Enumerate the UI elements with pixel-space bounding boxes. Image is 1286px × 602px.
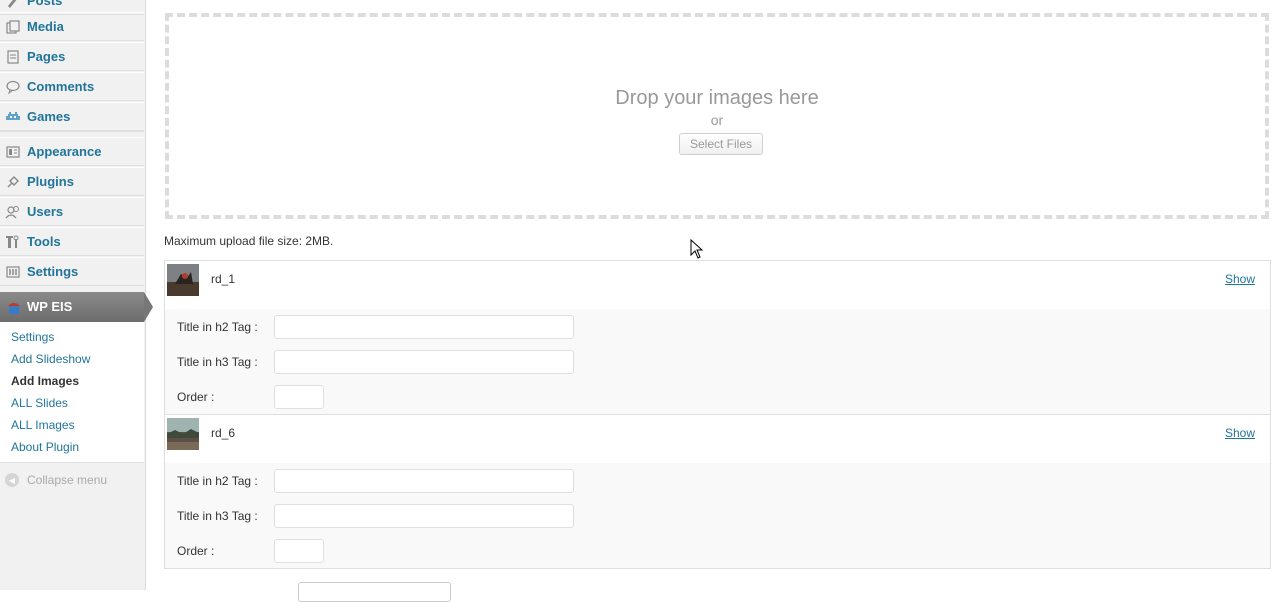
submenu-add-images[interactable]: Add Images <box>11 374 79 388</box>
image-item: rd_1 Show Title in h2 Tag : Title in h3 … <box>164 260 1271 415</box>
submenu-settings[interactable]: Settings <box>11 330 54 344</box>
collapse-menu-button[interactable]: ◀ Collapse menu <box>5 473 107 487</box>
title-h3-label: Title in h3 Tag : <box>177 355 258 369</box>
title-h3-label: Title in h3 Tag : <box>177 509 258 523</box>
title-h3-input[interactable] <box>274 504 574 528</box>
image-name: rd_1 <box>211 272 236 286</box>
title-h2-label: Title in h2 Tag : <box>177 474 258 488</box>
collapse-arrow-icon: ◀ <box>5 473 19 487</box>
slideshow-select[interactable] <box>298 582 451 602</box>
games-icon <box>5 109 21 125</box>
menu-item-users[interactable]: Users <box>0 197 144 226</box>
submenu-add-slideshow[interactable]: Add Slideshow <box>11 352 90 366</box>
posts-icon <box>5 0 21 9</box>
menu-label-tools: Tools <box>27 234 61 249</box>
title-h2-input[interactable] <box>274 469 574 493</box>
order-input[interactable] <box>274 385 324 409</box>
users-icon <box>5 204 21 220</box>
menu-label-posts: Posts <box>27 0 63 8</box>
show-link[interactable]: Show <box>1225 426 1255 440</box>
media-icon <box>5 19 21 35</box>
image-drop-zone[interactable]: Drop your images here or Select Files <box>165 13 1269 219</box>
menu-item-games[interactable]: Games <box>0 102 144 131</box>
show-link[interactable]: Show <box>1225 272 1255 286</box>
menu-item-pages[interactable]: Pages <box>0 42 144 71</box>
mouse-cursor-icon <box>690 239 704 259</box>
menu-item-appearance[interactable]: Appearance <box>0 137 144 166</box>
order-input[interactable] <box>274 539 324 563</box>
plugins-icon <box>5 174 21 190</box>
collapse-menu-label: Collapse menu <box>27 473 108 487</box>
image-item: rd_6 Show Title in h2 Tag : Title in h3 … <box>164 414 1271 569</box>
title-h2-input[interactable] <box>274 315 574 339</box>
menu-item-settings[interactable]: Settings <box>0 257 144 286</box>
max-upload-size-text: Maximum upload file size: 2MB. <box>164 234 334 248</box>
menu-label-games: Games <box>27 109 71 124</box>
menu-label-media: Media <box>27 19 64 34</box>
menu-item-wp-eis[interactable]: WP EIS <box>0 292 154 322</box>
image-item-header: rd_6 Show <box>165 415 1270 463</box>
image-item-header: rd_1 Show <box>165 261 1270 309</box>
menu-label-wp-eis: WP EIS <box>27 299 73 314</box>
active-menu-arrow <box>144 292 153 322</box>
pages-icon <box>5 49 21 65</box>
or-separator: or <box>710 112 724 128</box>
title-h3-input[interactable] <box>274 350 574 374</box>
drop-instructions: Drop your images here <box>615 87 819 109</box>
submenu-all-images[interactable]: ALL Images <box>11 418 75 432</box>
appearance-icon <box>5 144 21 160</box>
order-label: Order : <box>177 390 215 404</box>
comments-icon <box>5 79 21 95</box>
submenu-all-slides[interactable]: ALL Slides <box>11 396 68 410</box>
menu-item-comments[interactable]: Comments <box>0 72 144 101</box>
order-label: Order : <box>177 544 215 558</box>
menu-label-users: Users <box>27 204 64 219</box>
tools-icon <box>5 234 21 250</box>
select-files-button[interactable]: Select Files <box>679 133 763 155</box>
menu-label-pages: Pages <box>27 49 66 64</box>
submenu: Settings Add Slideshow Add Images ALL Sl… <box>0 322 144 463</box>
menu-item-plugins[interactable]: Plugins <box>0 167 144 196</box>
image-thumbnail <box>167 264 199 296</box>
image-thumbnail <box>167 418 199 450</box>
menu-label-comments: Comments <box>27 79 95 94</box>
menu-label-settings: Settings <box>27 264 79 279</box>
submenu-about-plugin[interactable]: About Plugin <box>11 440 79 454</box>
menu-label-appearance: Appearance <box>27 144 102 159</box>
wp-eis-icon <box>6 300 22 319</box>
title-h2-label: Title in h2 Tag : <box>177 320 258 334</box>
admin-sidebar: Posts Media Pages Comments Games Appeara… <box>0 0 153 590</box>
menu-item-tools[interactable]: Tools <box>0 227 144 256</box>
settings-icon <box>5 264 21 280</box>
menu-label-plugins: Plugins <box>27 174 74 189</box>
menu-item-media[interactable]: Media <box>0 12 144 41</box>
image-name: rd_6 <box>211 426 236 440</box>
